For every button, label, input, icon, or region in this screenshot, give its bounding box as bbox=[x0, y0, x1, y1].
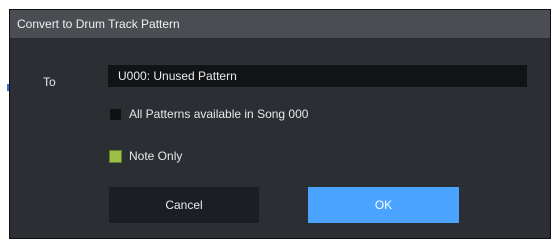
to-label: To bbox=[43, 75, 56, 89]
note-only-checkbox[interactable] bbox=[109, 149, 122, 163]
all-patterns-label: All Patterns available in Song 000 bbox=[129, 107, 309, 121]
all-patterns-checkbox[interactable] bbox=[109, 107, 122, 121]
dialog-title: Convert to Drum Track Pattern bbox=[10, 10, 550, 38]
ok-button[interactable]: OK bbox=[308, 187, 459, 223]
dialog-body: To U000: Unused Pattern All Patterns ava… bbox=[10, 38, 550, 238]
note-only-option[interactable]: Note Only bbox=[109, 148, 182, 164]
pattern-select-field[interactable]: U000: Unused Pattern bbox=[108, 65, 527, 87]
all-patterns-option[interactable]: All Patterns available in Song 000 bbox=[109, 106, 308, 122]
cancel-button[interactable]: Cancel bbox=[109, 187, 259, 223]
note-only-label: Note Only bbox=[129, 149, 183, 163]
convert-dialog: Convert to Drum Track Pattern To U000: U… bbox=[9, 9, 551, 239]
